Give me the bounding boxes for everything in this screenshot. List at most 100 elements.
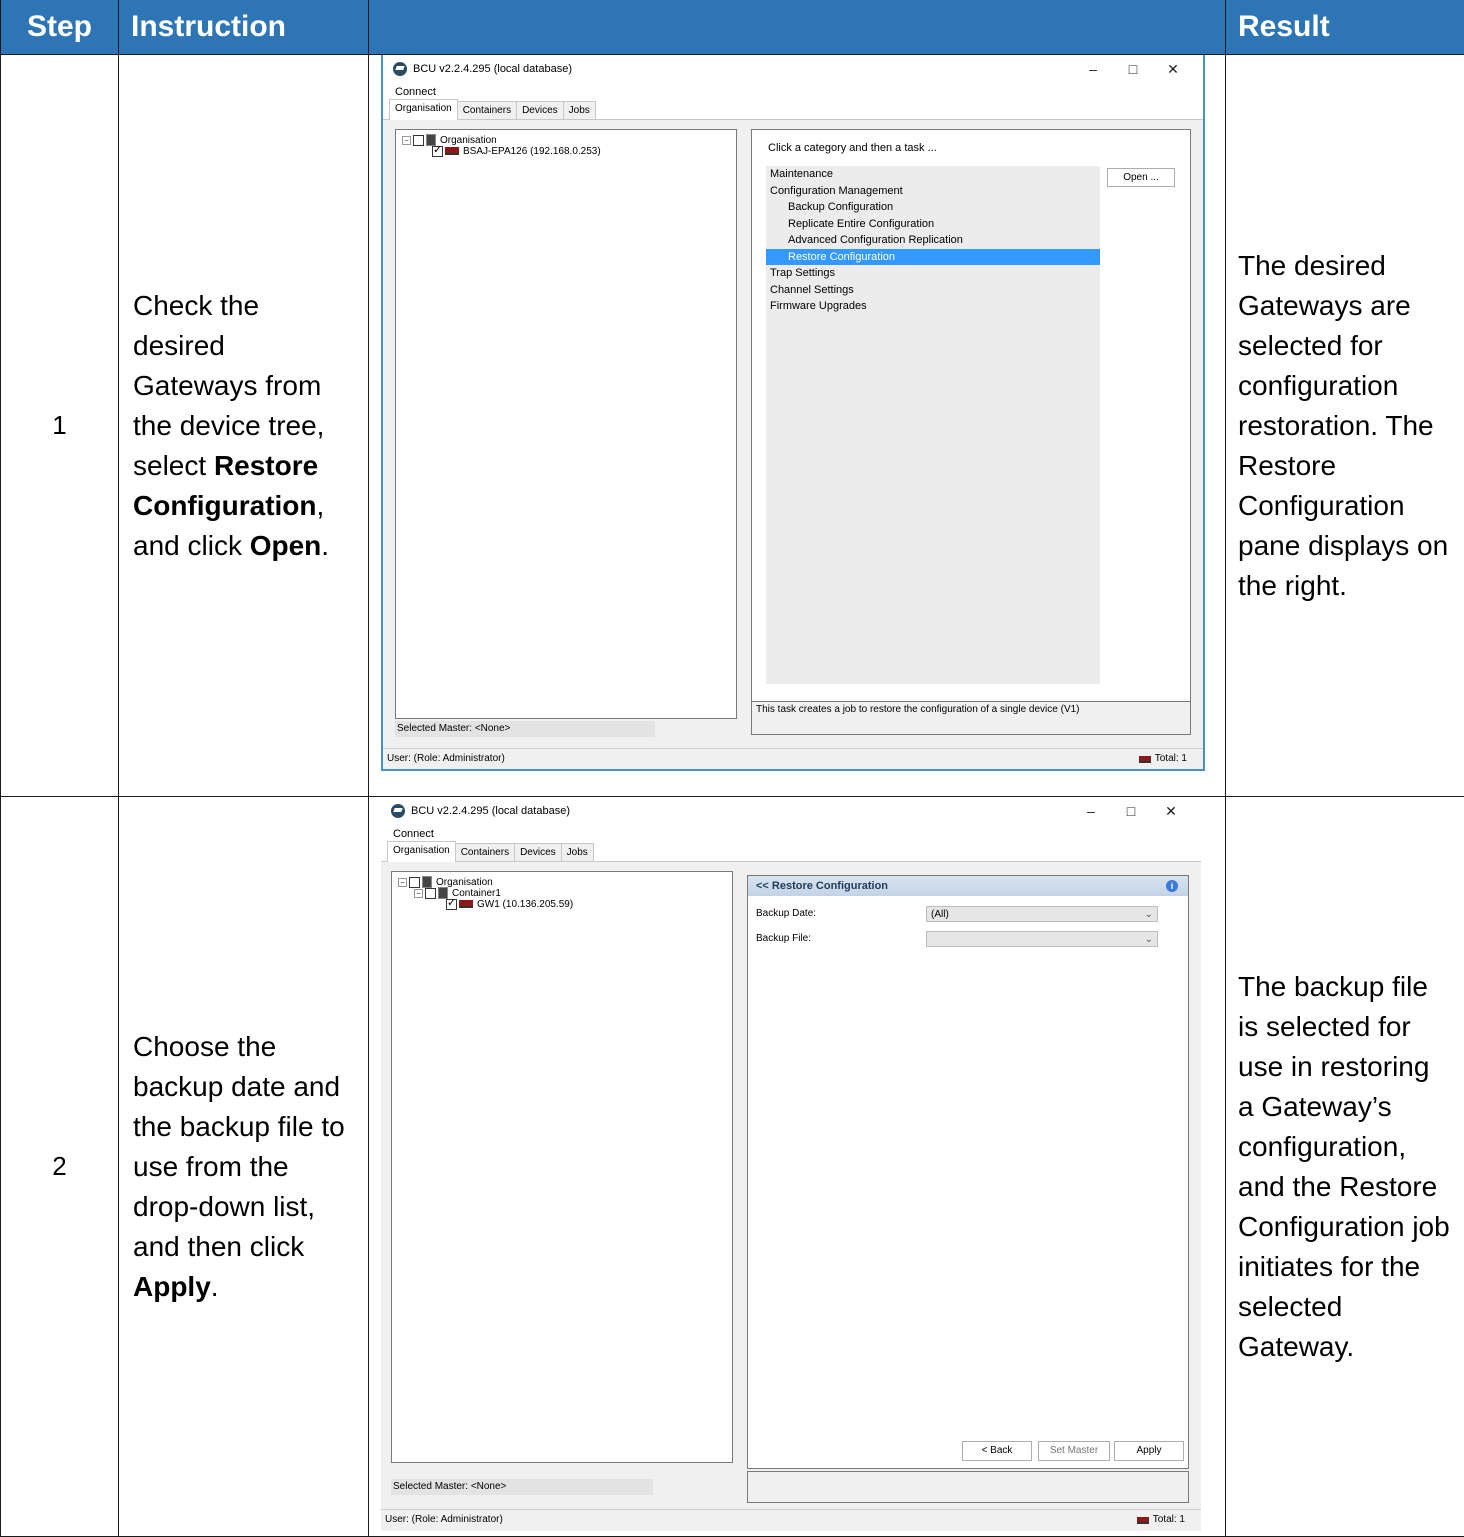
task-list[interactable]: MaintenanceConfiguration ManagementBacku…: [766, 166, 1100, 684]
task-item[interactable]: Firmware Upgrades: [766, 298, 1100, 315]
close-button[interactable]: ✕: [1151, 803, 1191, 820]
minimize-button[interactable]: –: [1071, 803, 1111, 819]
menu-connect[interactable]: Connect: [395, 86, 436, 98]
tree-node-organisation[interactable]: Organisation: [440, 135, 497, 146]
header-screenshot: [369, 0, 1226, 55]
backup-date-label: Backup Date:: [756, 908, 816, 919]
step-number: 1: [1, 55, 119, 797]
tree-node-gateway[interactable]: GW1 (10.136.205.59): [477, 899, 573, 910]
status-user: User: (Role: Administrator): [387, 753, 505, 764]
pane-header[interactable]: << Restore Configuration i: [748, 876, 1188, 896]
collapse-icon[interactable]: −: [402, 136, 411, 145]
task-item[interactable]: Configuration Management: [766, 183, 1100, 200]
result-cell: The backup file is selected for use in r…: [1226, 797, 1464, 1537]
open-button[interactable]: Open ...: [1107, 168, 1175, 187]
app-logo-icon: [393, 62, 407, 76]
instruction-text: Choose the backup date and the backup fi…: [133, 1031, 345, 1262]
title-bar: BCU v2.2.4.295 (local database) – □ ✕: [381, 797, 1201, 825]
back-button[interactable]: < Back: [962, 1441, 1032, 1461]
set-master-button[interactable]: Set Master: [1038, 1441, 1110, 1461]
device-icon: [1137, 1517, 1149, 1524]
status-total: Total: 1: [1155, 749, 1187, 769]
status-user: User: (Role: Administrator): [385, 1514, 503, 1525]
tree-checkbox[interactable]: [446, 899, 457, 910]
instruction-cell: Check the desired Gateways from the devi…: [119, 55, 369, 797]
minimize-button[interactable]: –: [1073, 61, 1113, 77]
maximize-button[interactable]: □: [1111, 803, 1151, 819]
backup-date-select[interactable]: (All) ⌄: [926, 906, 1158, 922]
window-title: BCU v2.2.4.295 (local database): [413, 63, 572, 75]
device-tree[interactable]: − Organisation − Container1 GW: [391, 871, 733, 1463]
screenshot-cell: BCU v2.2.4.295 (local database) – □ ✕ Co…: [369, 55, 1226, 797]
tree-checkbox[interactable]: [432, 146, 443, 157]
chevron-down-icon: ⌄: [1145, 907, 1153, 923]
maximize-button[interactable]: □: [1113, 61, 1153, 77]
device-icon: [1139, 756, 1151, 763]
result-cell: The desired Gateways are selected for co…: [1226, 55, 1464, 797]
task-description: This task creates a job to restore the c…: [751, 701, 1191, 735]
task-item[interactable]: Maintenance: [766, 166, 1100, 183]
screenshot-cell: BCU v2.2.4.295 (local database) – □ ✕ Co…: [369, 797, 1226, 1537]
pane-title[interactable]: << Restore Configuration: [756, 880, 888, 892]
header-instruction: Instruction: [119, 0, 369, 55]
title-bar: BCU v2.2.4.295 (local database) – □ ✕: [383, 55, 1203, 83]
backup-file-label: Backup File:: [756, 933, 811, 944]
chevron-down-icon: ⌄: [1145, 932, 1153, 948]
tree-node-container[interactable]: Container1: [452, 888, 501, 899]
selected-master: Selected Master: <None>: [391, 1479, 653, 1495]
tree-node-gateway[interactable]: BSAJ-EPA126 (192.168.0.253): [463, 146, 601, 157]
tree-node-organisation[interactable]: Organisation: [436, 877, 493, 888]
backup-file-select[interactable]: ⌄: [926, 931, 1158, 947]
gateway-icon: [459, 900, 473, 908]
header-step: Step: [1, 0, 119, 55]
table-row: 2 Choose the backup date and the backup …: [1, 797, 1464, 1537]
instruction-emphasis: Apply: [133, 1271, 211, 1302]
status-total: Total: 1: [1153, 1510, 1185, 1530]
tab-containers[interactable]: Containers: [457, 101, 517, 119]
selected-master: Selected Master: <None>: [395, 721, 655, 737]
task-description: [747, 1471, 1189, 1503]
instruction-emphasis: Open: [250, 530, 322, 561]
app-logo-icon: [391, 804, 405, 818]
tab-organisation[interactable]: Organisation: [387, 841, 456, 862]
info-icon[interactable]: i: [1166, 880, 1178, 892]
status-bar: User: (Role: Administrator) Total: 1: [381, 1509, 1201, 1530]
backup-date-value: (All): [931, 909, 949, 920]
task-item[interactable]: Replicate Entire Configuration: [766, 216, 1100, 233]
task-item[interactable]: Restore Configuration: [766, 249, 1100, 266]
table-row: 1 Check the desired Gateways from the de…: [1, 55, 1464, 797]
instruction-text: .: [321, 530, 329, 561]
collapse-icon[interactable]: −: [414, 889, 423, 898]
instruction-text: .: [211, 1271, 219, 1302]
device-tree[interactable]: − Organisation BSAJ-EPA126 (192.168.0.25…: [395, 129, 737, 719]
step-number: 2: [1, 797, 119, 1537]
gateway-icon: [445, 147, 459, 155]
app-window: BCU v2.2.4.295 (local database) – □ ✕ Co…: [381, 55, 1205, 771]
header-result: Result: [1226, 0, 1464, 55]
tree-checkbox[interactable]: [425, 888, 436, 899]
collapse-icon[interactable]: −: [398, 878, 407, 887]
task-item[interactable]: Advanced Configuration Replication: [766, 232, 1100, 249]
procedure-table: Step Instruction Result 1 Check the desi…: [0, 0, 1464, 1537]
tab-containers[interactable]: Containers: [455, 843, 515, 861]
task-pane: Click a category and then a task ... Mai…: [751, 129, 1191, 725]
tab-jobs[interactable]: Jobs: [563, 101, 596, 119]
app-window: BCU v2.2.4.295 (local database) – □ ✕ Co…: [381, 797, 1201, 1531]
tab-organisation[interactable]: Organisation: [389, 99, 458, 120]
task-prompt: Click a category and then a task ...: [768, 142, 937, 154]
tree-checkbox[interactable]: [413, 135, 424, 146]
tab-devices[interactable]: Devices: [516, 101, 564, 119]
instruction-cell: Choose the backup date and the backup fi…: [119, 797, 369, 1537]
window-title: BCU v2.2.4.295 (local database): [411, 805, 570, 817]
task-item[interactable]: Channel Settings: [766, 282, 1100, 299]
task-item[interactable]: Backup Configuration: [766, 199, 1100, 216]
close-button[interactable]: ✕: [1153, 61, 1193, 78]
restore-configuration-pane: << Restore Configuration i Backup Date: …: [747, 875, 1189, 1469]
tree-checkbox[interactable]: [409, 877, 420, 888]
menu-connect[interactable]: Connect: [393, 828, 434, 840]
status-bar: User: (Role: Administrator) Total: 1: [383, 748, 1203, 769]
tab-devices[interactable]: Devices: [514, 843, 562, 861]
apply-button[interactable]: Apply: [1114, 1441, 1184, 1461]
tab-jobs[interactable]: Jobs: [561, 843, 594, 861]
task-item[interactable]: Trap Settings: [766, 265, 1100, 282]
